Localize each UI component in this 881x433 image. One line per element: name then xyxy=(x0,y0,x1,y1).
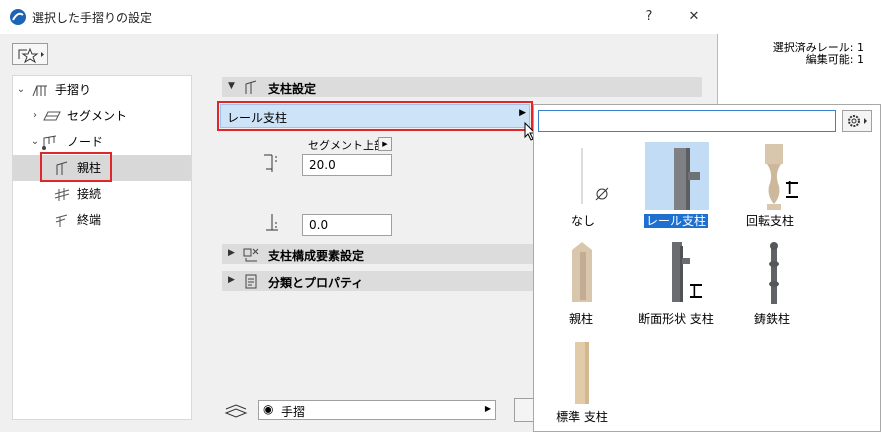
rail-post-image xyxy=(674,148,700,210)
post-top-offset-icon xyxy=(264,154,277,172)
window-title: 選択した手摺りの設定 xyxy=(32,11,153,25)
document-icon xyxy=(245,274,257,289)
tile-label: 鋳鉄柱 xyxy=(754,312,791,326)
tree-item-railing[interactable]: ⌄ 手摺り xyxy=(13,77,191,103)
node-icon xyxy=(42,135,57,150)
tile-label: レール支柱 xyxy=(631,212,721,229)
tile-label: 回転支柱 xyxy=(746,214,795,228)
section-post-settings[interactable]: ▼ 支柱設定 xyxy=(222,77,702,97)
segment-top-label: セグメント上部 xyxy=(308,139,385,152)
post-type-standard[interactable]: 標準 支柱 xyxy=(537,338,627,433)
close-button[interactable]: ✕ xyxy=(681,6,707,28)
post-type-newel[interactable]: 親柱 xyxy=(537,240,627,335)
post-icon xyxy=(245,80,257,94)
components-icon xyxy=(243,248,259,262)
tree-label: セグメント xyxy=(67,109,128,123)
popup-search-input[interactable] xyxy=(538,110,836,132)
standard-post-image xyxy=(575,342,589,404)
turned-post-image: I xyxy=(765,144,798,210)
footer-button[interactable] xyxy=(514,398,534,422)
settings-tree: ⌄ 手摺り › セグメント ⌄ ノード 親柱 接続 終端 xyxy=(12,75,192,420)
top-offset-input[interactable]: 20.0 xyxy=(302,154,392,176)
favorites-star-icon xyxy=(18,47,44,64)
post-type-turned[interactable]: I 回転支柱 xyxy=(730,142,820,237)
svg-text:I: I xyxy=(787,178,792,199)
tree-item-segment[interactable]: › セグメント xyxy=(13,103,191,129)
post-type-rail-post[interactable]: レール支柱 xyxy=(631,142,721,237)
eye-icon: ◉ xyxy=(263,402,274,416)
none-symbol-icon xyxy=(581,148,609,204)
layer-value: 手摺 xyxy=(281,405,306,419)
post-type-profile[interactable]: I 断面形状 支柱 xyxy=(631,240,721,335)
section-title: 分類とプロパティ xyxy=(268,276,364,290)
section-title: 支柱設定 xyxy=(268,82,317,96)
editable-count: 編集可能: 1 xyxy=(805,53,864,66)
end-icon xyxy=(55,214,68,227)
highlight-outline xyxy=(217,101,533,131)
gear-icon xyxy=(848,115,867,127)
newel-post-image xyxy=(572,242,592,302)
triangle-right-icon: ▶ xyxy=(484,404,491,413)
tile-label: 標準 支柱 xyxy=(556,410,608,424)
highlight-outline xyxy=(40,152,112,182)
chevron-down-icon[interactable]: ⌄ xyxy=(15,77,27,103)
tree-label: 終端 xyxy=(77,213,102,227)
post-type-cast-iron[interactable]: 鋳鉄柱 xyxy=(730,240,820,335)
chevron-right-icon[interactable]: › xyxy=(29,103,41,129)
segment-icon xyxy=(43,111,61,121)
tile-label: 断面形状 支柱 xyxy=(638,312,714,326)
layer-selector[interactable]: ◉ 手摺 ▶ xyxy=(258,400,496,420)
railing-icon xyxy=(32,85,47,97)
favorites-button[interactable] xyxy=(12,43,48,65)
connection-icon xyxy=(54,188,70,201)
triangle-down-icon[interactable]: ▼ xyxy=(228,81,235,91)
tree-label: 接続 xyxy=(77,187,102,201)
selection-info: 選択済みレール: 1 編集可能: 1 xyxy=(664,42,864,66)
tile-label-text: レール支柱 xyxy=(643,214,708,228)
post-bottom-offset-icon xyxy=(266,214,278,231)
profile-post-image: I xyxy=(672,242,702,302)
tree-item-connection[interactable]: 接続 xyxy=(13,181,191,207)
triangle-right-icon[interactable]: ▶ xyxy=(228,248,235,258)
help-button[interactable]: ? xyxy=(636,6,662,28)
post-type-none[interactable]: なし xyxy=(537,142,627,237)
layers-icon xyxy=(224,404,248,418)
cast-iron-post-image xyxy=(769,242,779,304)
popup-settings-button[interactable] xyxy=(842,110,872,132)
tree-item-end[interactable]: 終端 xyxy=(13,207,191,233)
app-logo-icon xyxy=(10,9,26,25)
triangle-right-icon[interactable]: ▶ xyxy=(228,275,235,285)
segment-top-menu-button[interactable]: ▶ xyxy=(378,137,392,151)
tree-label: 手摺り xyxy=(55,83,92,97)
section-title: 支柱構成要素設定 xyxy=(268,249,365,263)
bottom-offset-input[interactable]: 0.0 xyxy=(302,214,392,236)
